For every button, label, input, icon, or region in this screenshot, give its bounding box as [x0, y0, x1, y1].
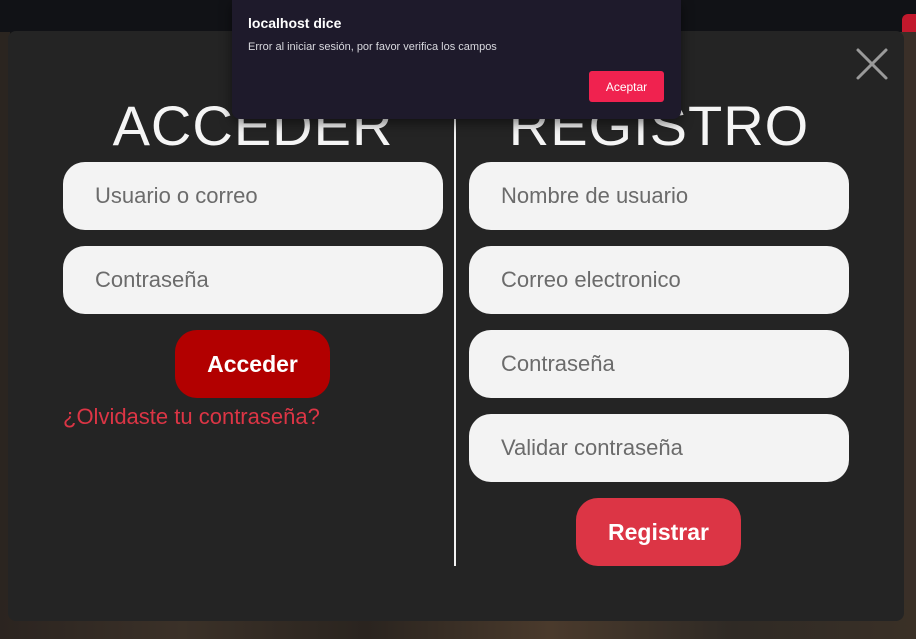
- login-button[interactable]: Acceder: [175, 330, 330, 398]
- login-user-input[interactable]: [63, 162, 443, 230]
- column-divider: [454, 118, 456, 566]
- login-password-input[interactable]: [63, 246, 443, 314]
- close-icon: [856, 48, 888, 80]
- browser-alert-dialog: localhost dice Error al iniciar sesión, …: [232, 0, 681, 119]
- alert-ok-button[interactable]: Aceptar: [589, 71, 664, 102]
- close-modal-button[interactable]: [848, 40, 896, 88]
- forgot-password-link[interactable]: ¿Olvidaste tu contraseña?: [63, 404, 320, 430]
- register-username-input[interactable]: [469, 162, 849, 230]
- alert-message: Error al iniciar sesión, por favor verif…: [248, 41, 497, 53]
- register-password-input[interactable]: [469, 330, 849, 398]
- register-confirm-password-input[interactable]: [469, 414, 849, 482]
- register-email-input[interactable]: [469, 246, 849, 314]
- alert-title: localhost dice: [248, 15, 342, 31]
- register-button[interactable]: Registrar: [576, 498, 741, 566]
